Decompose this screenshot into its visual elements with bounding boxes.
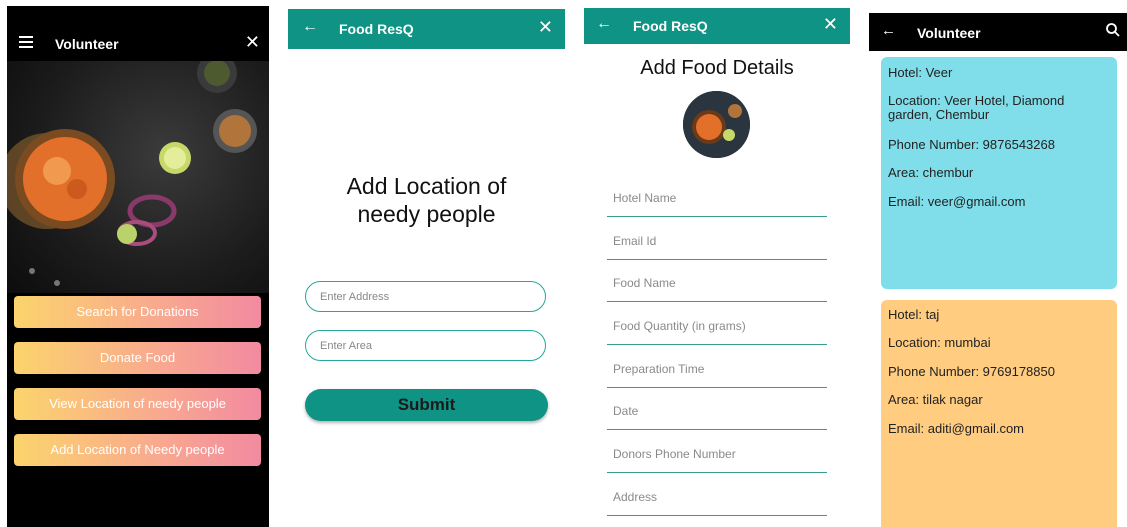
- close-icon[interactable]: ✕: [538, 17, 553, 38]
- app-bar: ← Food ResQ ✕: [288, 9, 565, 49]
- app-bar-title: Food ResQ: [633, 18, 708, 34]
- area-placeholder: Enter Area: [320, 340, 372, 352]
- close-icon[interactable]: ✕: [823, 14, 838, 35]
- add-food-details-screen: ← Food ResQ ✕ Add Food Details Hotel Nam…: [584, 8, 850, 527]
- phone-text: Phone Number: 9876543268: [888, 137, 1055, 152]
- food-banner-image: [7, 61, 269, 293]
- preparation-time-field[interactable]: Preparation Time: [607, 362, 827, 388]
- app-bar-title: Food ResQ: [339, 21, 414, 37]
- hotel-text: Hotel: Veer: [888, 65, 953, 80]
- donate-food-button[interactable]: Donate Food: [14, 342, 261, 374]
- hamburger-menu-icon[interactable]: [19, 36, 33, 48]
- food-quantity-field[interactable]: Food Quantity (in grams): [607, 319, 827, 345]
- field-label: Email Id: [613, 234, 657, 248]
- volunteer-menu-screen: Volunteer ✕ Search for Donations Donate …: [7, 6, 269, 527]
- location-text: Location: Veer Hotel, Diamond garden, Ch…: [888, 93, 1065, 122]
- food-name-field[interactable]: Food Name: [607, 276, 827, 302]
- submit-button[interactable]: Submit: [305, 389, 548, 421]
- view-location-button[interactable]: View Location of needy people: [14, 388, 261, 420]
- address-field[interactable]: Address: [607, 490, 827, 516]
- address-input[interactable]: Enter Address: [305, 281, 546, 312]
- phone-text: Phone Number: 9769178850: [888, 364, 1055, 379]
- address-placeholder: Enter Address: [320, 291, 390, 303]
- field-label: Food Quantity (in grams): [613, 319, 746, 333]
- donation-card[interactable]: Hotel: taj Location: mumbai Phone Number…: [881, 300, 1117, 527]
- back-arrow-icon[interactable]: ←: [596, 15, 612, 33]
- app-bar-title: Volunteer: [55, 36, 119, 52]
- page-title-line2: needy people: [357, 201, 496, 227]
- field-label: Food Name: [613, 276, 676, 290]
- search-donations-button[interactable]: Search for Donations: [14, 296, 261, 328]
- app-bar: Volunteer ✕: [7, 28, 269, 60]
- date-field[interactable]: Date: [607, 404, 827, 430]
- email-field[interactable]: Email Id: [607, 234, 827, 260]
- search-icon[interactable]: [1105, 22, 1121, 38]
- field-label: Date: [613, 404, 639, 418]
- donation-card[interactable]: Hotel: Veer Location: Veer Hotel, Diamon…: [881, 57, 1117, 289]
- add-location-screen: ← Food ResQ ✕ Add Location of needy peop…: [288, 9, 565, 527]
- area-text: Area: tilak nagar: [888, 392, 983, 407]
- field-label: Donors Phone Number: [613, 447, 736, 461]
- donor-phone-field[interactable]: Donors Phone Number: [607, 447, 827, 473]
- hotel-text: Hotel: taj: [888, 307, 940, 322]
- field-label: Address: [613, 490, 658, 504]
- close-icon[interactable]: ✕: [245, 32, 260, 53]
- back-arrow-icon[interactable]: ←: [881, 22, 896, 39]
- donations-list-screen: ← Volunteer Hotel: Veer Location: Veer H…: [869, 13, 1127, 527]
- app-bar: ← Volunteer: [869, 13, 1127, 51]
- field-label: Preparation Time: [613, 362, 705, 376]
- location-text: Location: mumbai: [888, 335, 991, 350]
- area-text: Area: chembur: [888, 165, 974, 180]
- food-avatar-image: [683, 91, 750, 158]
- field-label: Hotel Name: [613, 191, 677, 205]
- app-bar: ← Food ResQ ✕: [584, 8, 850, 44]
- page-title-line1: Add Location of: [346, 173, 507, 199]
- email-text: Email: aditi@gmail.com: [888, 421, 1025, 436]
- back-arrow-icon[interactable]: ←: [302, 18, 318, 36]
- email-text: Email: veer@gmail.com: [888, 194, 1026, 209]
- hotel-name-field[interactable]: Hotel Name: [607, 191, 827, 217]
- add-location-button[interactable]: Add Location of Needy people: [14, 434, 261, 466]
- app-bar-title: Volunteer: [917, 25, 981, 41]
- area-input[interactable]: Enter Area: [305, 330, 546, 361]
- page-title: Add Food Details: [640, 57, 794, 79]
- page-title: Add Location of needy people: [288, 172, 565, 228]
